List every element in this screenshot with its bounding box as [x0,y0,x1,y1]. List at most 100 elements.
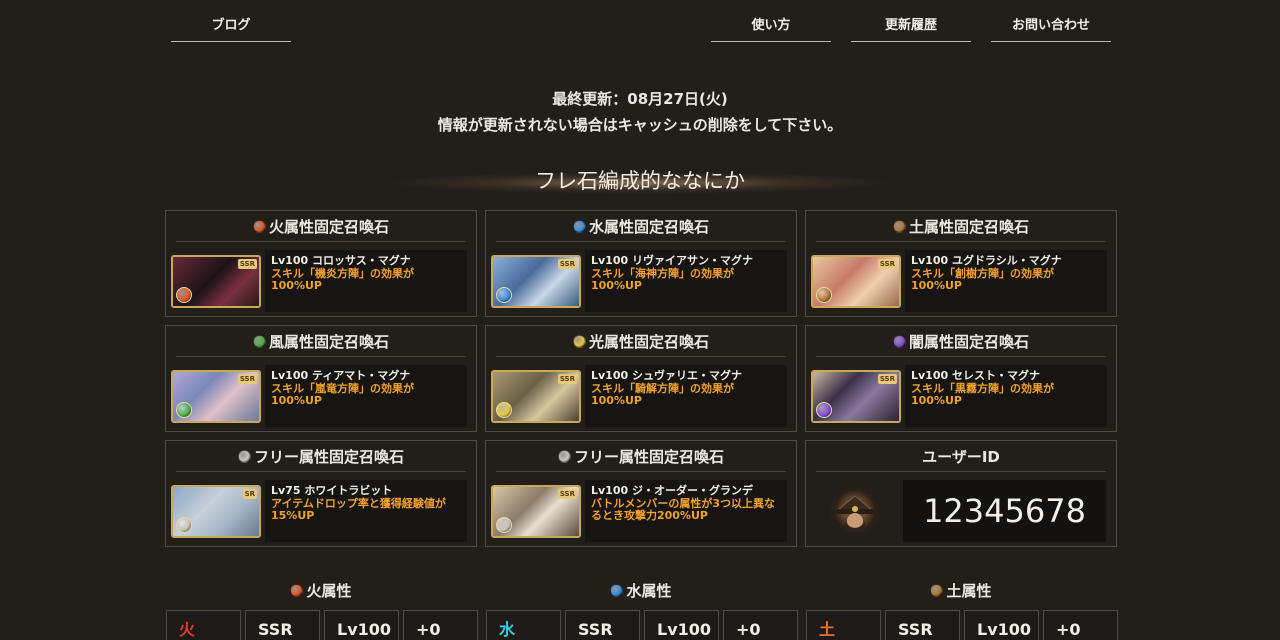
fire-element-icon [176,287,192,303]
wind-orb-icon [252,335,266,348]
summon-card-title: 水属性固定召喚石 [588,218,709,236]
summon-skill: スキル「騎解方陣」の効果が100%UP [591,382,734,407]
light-element-icon [496,402,512,418]
summon-card: 闇属性固定召喚石 SSR Lv100 セレスト・マグナ スキル「黒霧方陣」の効果… [805,325,1117,432]
summon-card-title: 火属性固定召喚石 [268,218,389,236]
attribute-title: 水属性 [561,580,721,602]
rarity-badge: SSR [557,489,577,499]
summon-name: Lv100 シュヴァリエ・マグナ [591,369,742,382]
grand-order-icon[interactable]: SSR [491,485,581,538]
cache-note-text: 情報が更新されない場合はキャッシュの削除をして下さい。 [437,116,843,134]
element-select[interactable]: 火 [166,610,241,640]
earth-orb-icon [892,220,906,233]
attribute-title-text: 水属性 [626,582,672,600]
attribute-title-text: 火属性 [306,582,352,600]
plus-select[interactable]: +0 [1043,610,1118,640]
rarity-select[interactable]: SSR [245,610,320,640]
section-title: フレ石編成的ななにか [390,162,890,200]
rarity-badge: SSR [877,374,897,384]
summon-info: Lv100 リヴァイアサン・マグナ スキル「海神方陣」の効果が100%UP [585,250,787,312]
level-select[interactable]: Lv100 [964,610,1039,640]
summon-card-title: フリー属性固定召喚石 [253,448,404,466]
leviathan-magna-icon[interactable]: SSR [491,255,581,308]
summon-name: Lv100 ユグドラシル・マグナ [911,254,1062,267]
colossus-magna-icon[interactable]: SSR [171,255,261,308]
attribute-title: 土属性 [881,580,1041,602]
user-id-value: 12345678 [903,480,1106,542]
summon-card-header: 水属性固定召喚石 [496,215,786,242]
nav-history-link[interactable]: 更新履歴 [851,14,971,42]
summon-info: Lv100 ジ・オーダー・グランデ バトルメンバーの属性が3つ以上異なるとき攻撃… [585,480,787,542]
rarity-select[interactable]: SSR [565,610,640,640]
celeste-magna-icon[interactable]: SSR [811,370,901,423]
user-id-header: ユーザーID [816,445,1106,472]
summon-info: Lv100 シュヴァリエ・マグナ スキル「騎解方陣」の効果が100%UP [585,365,787,427]
summon-card: 水属性固定召喚石 SSR Lv100 リヴァイアサン・マグナ スキル「海神方陣」… [485,210,797,317]
plus-select[interactable]: +0 [723,610,798,640]
summon-name: Lv75 ホワイトラビット [271,484,393,497]
rarity-select[interactable]: SSR [885,610,960,640]
rarity-badge: SR [242,489,257,499]
summon-info: Lv75 ホワイトラビット アイテムドロップ率と獲得経験値が15%UP [265,480,467,542]
summon-card-title: フリー属性固定召喚石 [573,448,724,466]
summon-card: 土属性固定召喚石 SSR Lv100 ユグドラシル・マグナ スキル「創樹方陣」の… [805,210,1117,317]
fire-orb-icon [252,220,266,233]
element-select[interactable]: 水 [486,610,561,640]
summon-card: 風属性固定召喚石 SSR Lv100 ティアマト・マグナ スキル「嵐竜方陣」の効… [165,325,477,432]
attribute-title: 火属性 [241,580,401,602]
last-updated-text: 最終更新：08月27日(火) [552,90,728,108]
summon-card-header: フリー属性固定召喚石 [176,445,466,472]
fire-orb-icon [290,584,304,597]
water-orb-icon [610,584,624,597]
free-element-icon [496,517,512,533]
level-select[interactable]: Lv100 [324,610,399,640]
level-select[interactable]: Lv100 [644,610,719,640]
summon-name: Lv100 ティアマト・マグナ [271,369,411,382]
summon-skill: アイテムドロップ率と獲得経験値が15%UP [271,497,446,522]
rarity-badge: SSR [237,374,257,384]
dark-element-icon [816,402,832,418]
avatar [830,488,880,538]
luminiera-magna-icon[interactable]: SSR [491,370,581,423]
white-rabbit-icon[interactable]: SR [171,485,261,538]
nav-usage-link[interactable]: 使い方 [711,14,831,42]
earth-orb-icon [930,584,944,597]
summon-info: Lv100 ティアマト・マグナ スキル「嵐竜方陣」の効果が100%UP [265,365,467,427]
summon-card-header: フリー属性固定召喚石 [496,445,786,472]
rarity-badge: SSR [557,374,577,384]
summon-info: Lv100 ユグドラシル・マグナ スキル「創樹方陣」の効果が100%UP [905,250,1107,312]
rarity-badge: SSR [557,259,577,269]
free-orb-icon [557,450,571,463]
summon-card-header: 闇属性固定召喚石 [816,330,1106,357]
summon-skill: スキル「創樹方陣」の効果が100%UP [911,267,1054,292]
attribute-title-text: 土属性 [946,582,992,600]
nav-blog-link[interactable]: ブログ [171,14,291,42]
light-orb-icon [572,335,586,348]
summon-card-header: 光属性固定召喚石 [496,330,786,357]
free-element-icon [176,517,192,533]
summon-card: 光属性固定召喚石 SSR Lv100 シュヴァリエ・マグナ スキル「騎解方陣」の… [485,325,797,432]
tiamat-magna-icon[interactable]: SSR [171,370,261,423]
user-id-card: ユーザーID 12345678 [805,440,1117,547]
summon-info: Lv100 コロッサス・マグナ スキル「機炎方陣」の効果が100%UP [265,250,467,312]
wind-element-icon [176,402,192,418]
element-select[interactable]: 土 [806,610,881,640]
rarity-badge: SSR [237,259,257,269]
summon-card: 火属性固定召喚石 SSR Lv100 コロッサス・マグナ スキル「機炎方陣」の効… [165,210,477,317]
summon-skill: スキル「海神方陣」の効果が100%UP [591,267,734,292]
rarity-badge: SSR [877,259,897,269]
water-element-icon [496,287,512,303]
nav-contact-link[interactable]: お問い合わせ [991,14,1111,42]
free-orb-icon [237,450,251,463]
dark-orb-icon [892,335,906,348]
summon-card-title: 光属性固定召喚石 [588,333,709,351]
update-info: 最終更新：08月27日(火) 情報が更新されない場合はキャッシュの削除をして下さ… [0,86,1280,138]
yggdrasil-magna-icon[interactable]: SSR [811,255,901,308]
summon-card: フリー属性固定召喚石 SR Lv75 ホワイトラビット アイテムドロップ率と獲得… [165,440,477,547]
summon-skill: スキル「黒霧方陣」の効果が100%UP [911,382,1054,407]
summon-name: Lv100 ジ・オーダー・グランデ [591,484,753,497]
plus-select[interactable]: +0 [403,610,478,640]
summon-card-header: 風属性固定召喚石 [176,330,466,357]
summon-skill: スキル「嵐竜方陣」の効果が100%UP [271,382,414,407]
summon-card-title: 土属性固定召喚石 [908,218,1029,236]
